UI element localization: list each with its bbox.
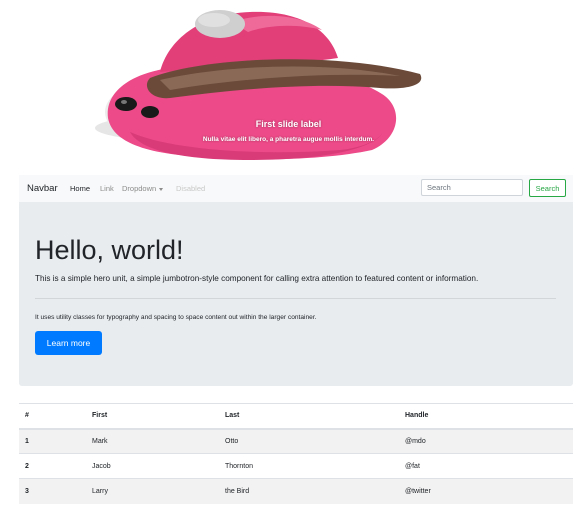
navbar-brand[interactable]: Navbar bbox=[27, 183, 58, 194]
jumbotron-divider bbox=[35, 298, 556, 299]
row-first: Mark bbox=[92, 437, 108, 445]
search-input[interactable] bbox=[421, 179, 523, 196]
navbar: Navbar Home Link Dropdown Disabled Searc… bbox=[19, 175, 573, 202]
row-last: Otto bbox=[225, 437, 239, 445]
table-header-row: # First Last Handle bbox=[19, 403, 573, 430]
row-index: 3 bbox=[25, 487, 29, 495]
jumbotron-text: It uses utility classes for typography a… bbox=[35, 314, 317, 321]
row-first: Jacob bbox=[92, 462, 111, 470]
data-table: # First Last Handle 1 Mark Otto @mdo 2 J… bbox=[19, 403, 573, 504]
carousel-caption-text: Nulla vitae elit libero, a pharetra augu… bbox=[202, 136, 375, 143]
row-index: 1 bbox=[25, 437, 29, 445]
row-handle: @fat bbox=[405, 462, 420, 470]
column-header-handle: Handle bbox=[399, 403, 573, 430]
row-handle: @twitter bbox=[405, 487, 431, 495]
column-header-index: # bbox=[19, 403, 86, 430]
nav-link-disabled: Disabled bbox=[176, 184, 206, 193]
search-button[interactable]: Search bbox=[529, 179, 566, 197]
nav-dropdown[interactable]: Dropdown bbox=[122, 184, 164, 193]
nav-dropdown-label: Dropdown bbox=[122, 184, 157, 193]
nav-link-home[interactable]: Home bbox=[70, 184, 90, 193]
carousel[interactable]: First slide label Nulla vitae elit liber… bbox=[0, 0, 577, 165]
carousel-caption-title: First slide label bbox=[255, 119, 322, 129]
jumbotron: Hello, world! This is a simple hero unit… bbox=[19, 202, 573, 386]
jumbotron-title: Hello, world! bbox=[35, 235, 184, 265]
row-last: Thornton bbox=[225, 462, 254, 470]
nav-link-link[interactable]: Link bbox=[100, 184, 114, 193]
table-row: 2 Jacob Thornton @fat bbox=[19, 453, 573, 479]
table-row: 3 Larry the Bird @twitter bbox=[19, 478, 573, 504]
learn-more-button[interactable]: Learn more bbox=[35, 331, 102, 355]
column-header-last: Last bbox=[219, 403, 399, 430]
column-header-first: First bbox=[86, 403, 219, 430]
row-index: 2 bbox=[25, 462, 29, 470]
chevron-down-icon bbox=[159, 187, 164, 191]
jumbotron-lead: This is a simple hero unit, a simple jum… bbox=[35, 274, 479, 283]
row-handle: @mdo bbox=[405, 437, 426, 445]
row-last: the Bird bbox=[225, 487, 250, 495]
table-row: 1 Mark Otto @mdo bbox=[19, 428, 573, 454]
row-first: Larry bbox=[92, 487, 108, 495]
